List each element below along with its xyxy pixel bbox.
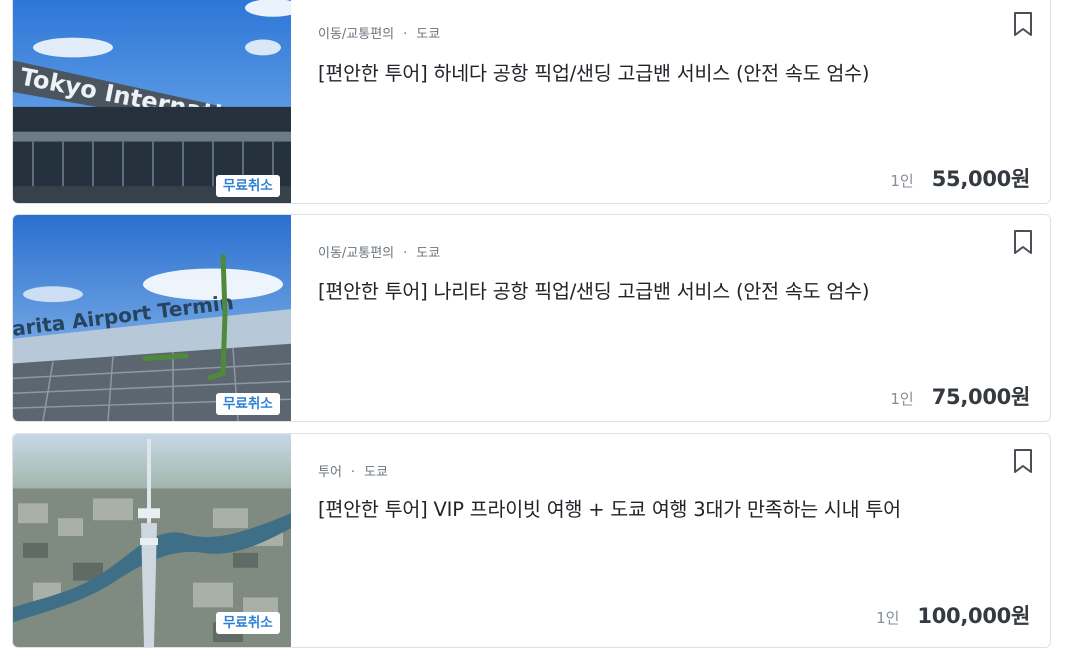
price-value: 75,000원 xyxy=(931,385,1031,409)
bookmark-icon[interactable] xyxy=(1012,11,1034,41)
meta-separator: · xyxy=(403,27,408,42)
bookmark-icon[interactable] xyxy=(1012,229,1034,259)
price-row: 1인 75,000원 xyxy=(890,381,1030,411)
free-cancel-badge: 무료취소 xyxy=(216,393,280,415)
listing-card-narita[interactable]: arita Airport Termin 무료취소 이동/교통편의 · 도쿄 [편안… xyxy=(12,214,1051,422)
listing-title[interactable]: [편안한 투어] 나리타 공항 픽업/샌딩 고급밴 서비스 (안전 속도 엄수) xyxy=(318,275,869,304)
listing-meta: 투어 · 도쿄 xyxy=(318,461,388,480)
per-person-label: 1인 xyxy=(876,609,900,627)
listing-image-narita[interactable]: arita Airport Termin 무료취소 xyxy=(13,215,291,421)
listing-meta: 이동/교통편의 · 도쿄 xyxy=(318,242,440,261)
listing-image-city-tour[interactable]: 무료취소 xyxy=(13,434,291,647)
price-row: 1인 55,000원 xyxy=(890,163,1030,193)
price-value: 100,000원 xyxy=(917,604,1030,628)
listing-card-haneda[interactable]: Tokyo International Air 무료취소 이동/교통편의·도쿄 … xyxy=(12,0,1051,204)
listing-title[interactable]: [편안한 투어] 하네다 공항 픽업/샌딩 고급밴 서비스 (안전 속도 엄수) xyxy=(318,57,869,86)
listing-image-haneda[interactable]: Tokyo International Air 무료취소 xyxy=(13,0,291,203)
per-person-label: 1인 xyxy=(890,390,914,408)
meta-separator: · xyxy=(403,246,408,261)
listing-title[interactable]: [편안한 투어] VIP 프라이빗 여행 + 도쿄 여행 3대가 만족하는 시내… xyxy=(318,493,901,522)
meta-separator: · xyxy=(350,465,356,480)
category-label: 이동/교통편의 xyxy=(318,246,395,261)
city-label: 도쿄 xyxy=(416,27,441,42)
category-label: 투어 xyxy=(318,465,342,480)
listing-meta: 이동/교통편의 · 도쿄 xyxy=(318,23,440,42)
free-cancel-badge: 무료취소 xyxy=(216,612,280,634)
free-cancel-badge: 무료취소 xyxy=(216,175,280,197)
per-person-label: 1인 xyxy=(890,172,914,190)
category-label: 이동/교통편의 xyxy=(318,27,395,42)
listing-card-city-tour[interactable]: 무료취소 투어 · 도쿄 [편안한 투어] VIP 프라이빗 여행 + 도쿄 여행 … xyxy=(12,433,1051,648)
price-row: 1인 100,000원 xyxy=(876,600,1030,630)
price-value: 55,000원 xyxy=(931,167,1031,191)
city-label: 도쿄 xyxy=(364,465,388,480)
city-label: 도쿄 xyxy=(416,246,441,261)
bookmark-icon[interactable] xyxy=(1012,448,1034,478)
